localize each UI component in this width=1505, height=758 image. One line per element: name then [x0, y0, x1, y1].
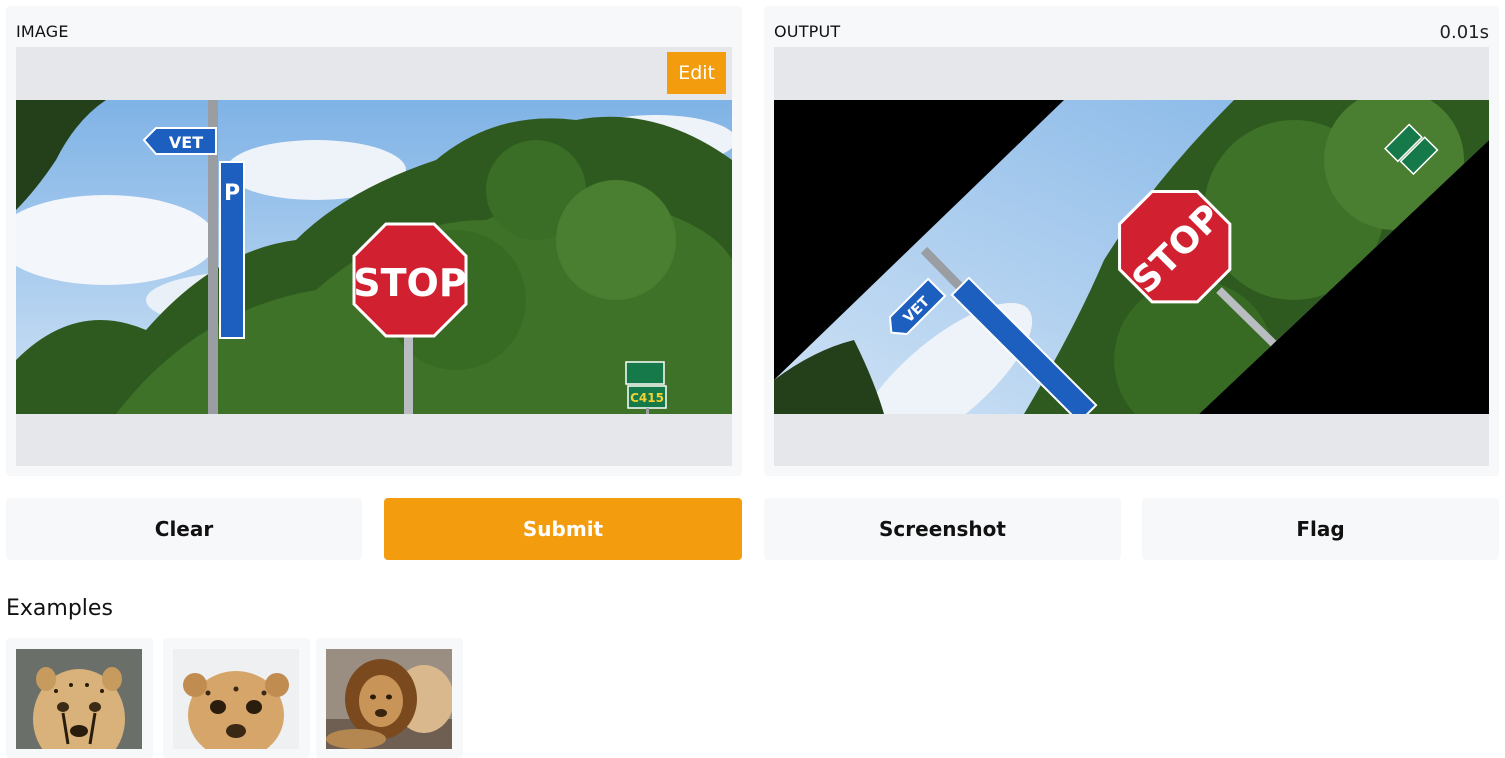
code-sign-text: C415	[630, 391, 664, 405]
clear-button[interactable]: Clear	[6, 498, 362, 560]
stop-sign-text: STOP	[353, 261, 466, 305]
parking-sign-text: P	[224, 181, 240, 206]
rotated-stop-sign-photo: STOP VET	[774, 100, 1489, 414]
vet-sign-text: VET	[169, 133, 203, 152]
screenshot-button[interactable]: Screenshot	[764, 498, 1121, 560]
lion-photo-icon	[326, 649, 452, 749]
output-panel-label: OUTPUT	[774, 22, 841, 41]
cheetah-photo-icon	[16, 649, 142, 749]
edit-button[interactable]: Edit	[667, 52, 726, 94]
cheetah-cub-photo-icon	[173, 649, 299, 749]
examples-heading: Examples	[6, 596, 113, 621]
example-cheetah-cub[interactable]	[163, 638, 310, 758]
example-lion[interactable]	[316, 638, 463, 758]
input-panel-label: IMAGE	[16, 22, 69, 41]
inference-timer: 0.01s	[1439, 22, 1489, 43]
input-image-panel: IMAGE Edit VET P STOP C415	[6, 6, 742, 476]
output-image-panel: OUTPUT 0.01s STOP VET	[764, 6, 1499, 476]
stop-sign-photo: VET P STOP C415	[16, 100, 732, 414]
input-image-dropzone[interactable]: Edit VET P STOP C415	[16, 47, 732, 466]
example-cheetah[interactable]	[6, 638, 153, 758]
submit-button[interactable]: Submit	[384, 498, 742, 560]
flag-button[interactable]: Flag	[1142, 498, 1499, 560]
output-image-frame: STOP VET	[774, 47, 1489, 466]
input-image: VET P STOP C415	[16, 100, 732, 414]
output-image: STOP VET	[774, 100, 1489, 414]
